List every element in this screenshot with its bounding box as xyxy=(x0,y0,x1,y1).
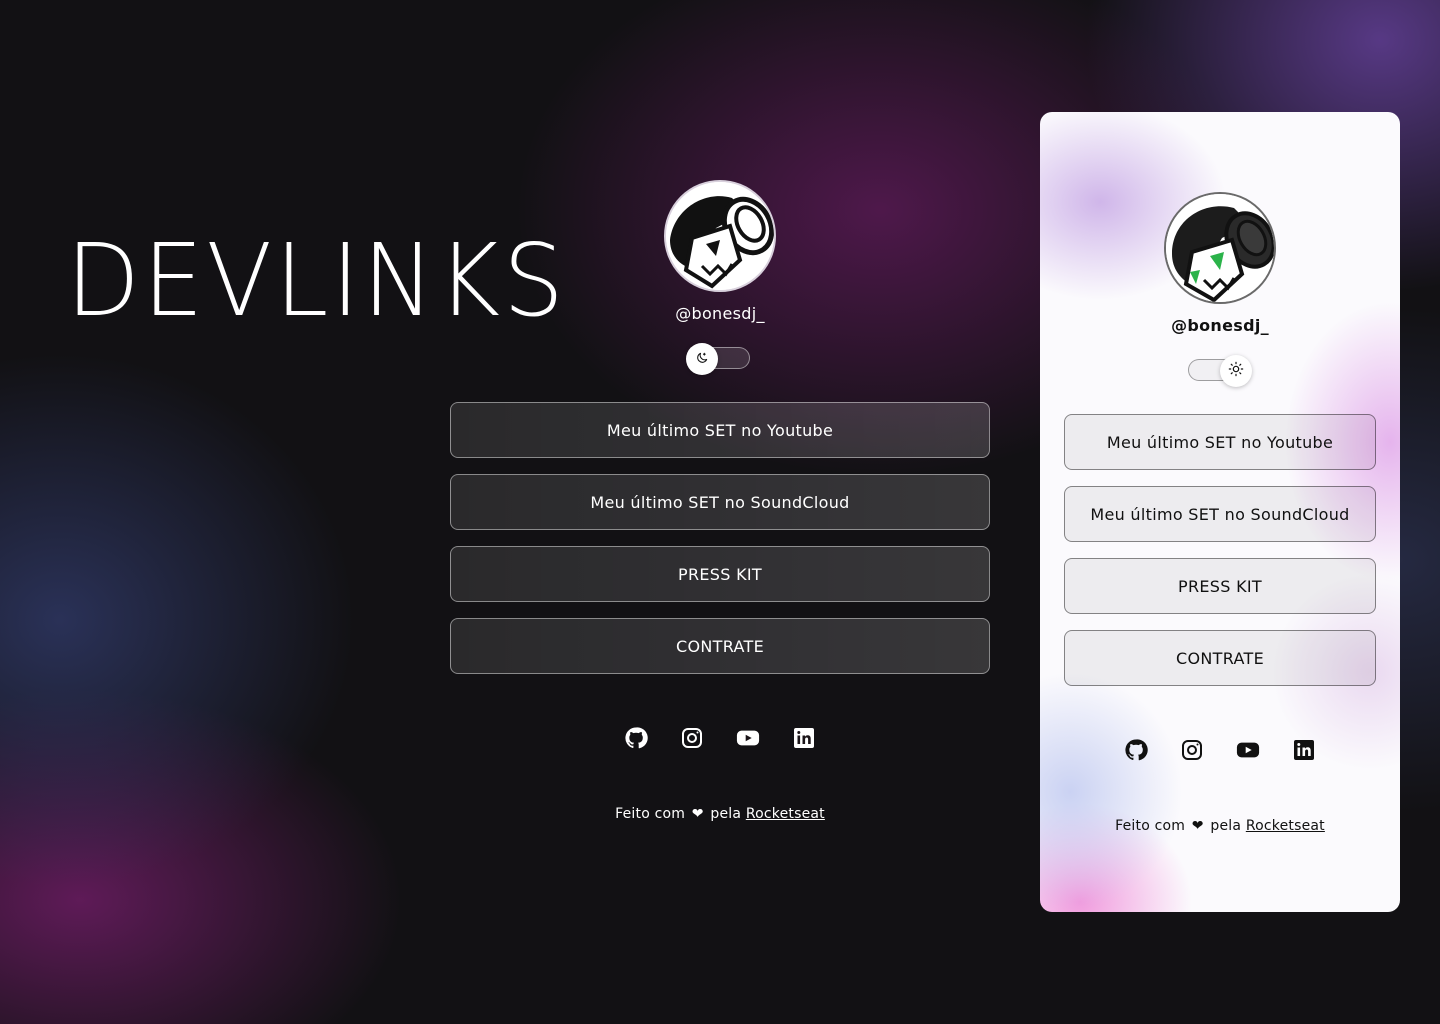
profile-handle: @bonesdj_ xyxy=(1171,316,1269,335)
avatar xyxy=(664,180,776,292)
youtube-icon[interactable] xyxy=(736,726,760,750)
toggle-knob[interactable] xyxy=(1220,355,1252,387)
rocketseat-link[interactable]: Rocketseat xyxy=(1246,818,1325,834)
linkedin-icon[interactable] xyxy=(792,726,816,750)
link-list: Meu último SET no Youtube Meu último SET… xyxy=(1064,414,1376,686)
link-youtube-set[interactable]: Meu último SET no Youtube xyxy=(450,402,990,458)
rocketseat-link[interactable]: Rocketseat xyxy=(746,806,825,822)
github-icon[interactable] xyxy=(1124,738,1148,762)
heart-icon: ❤ xyxy=(1191,818,1204,834)
link-press-kit[interactable]: PRESS KIT xyxy=(1064,558,1376,614)
link-soundcloud-set[interactable]: Meu último SET no SoundCloud xyxy=(1064,486,1376,542)
link-soundcloud-set[interactable]: Meu último SET no SoundCloud xyxy=(450,474,990,530)
instagram-icon[interactable] xyxy=(1180,738,1204,762)
link-contrate[interactable]: CONTRATE xyxy=(450,618,990,674)
link-list: Meu último SET no Youtube Meu último SET… xyxy=(450,402,990,674)
footer-middle: pela xyxy=(710,806,742,822)
link-press-kit[interactable]: PRESS KIT xyxy=(450,546,990,602)
heart-icon: ❤ xyxy=(691,806,704,822)
light-profile-panel: @bonesdj_ Meu último SET no Youtube Meu … xyxy=(1040,112,1400,912)
moon-icon xyxy=(695,350,709,369)
link-contrate[interactable]: CONTRATE xyxy=(1064,630,1376,686)
footer-middle: pela xyxy=(1210,818,1242,834)
link-youtube-set[interactable]: Meu último SET no Youtube xyxy=(1064,414,1376,470)
github-icon[interactable] xyxy=(624,726,648,750)
theme-toggle[interactable] xyxy=(686,343,752,375)
footer: Feito com ❤ pela Rocketseat xyxy=(1115,816,1325,836)
youtube-icon[interactable] xyxy=(1236,738,1260,762)
instagram-icon[interactable] xyxy=(680,726,704,750)
social-links xyxy=(1124,738,1316,762)
profile-handle: @bonesdj_ xyxy=(675,304,765,323)
toggle-knob[interactable] xyxy=(686,343,718,375)
footer: Feito com ❤ pela Rocketseat xyxy=(615,804,825,824)
theme-toggle[interactable] xyxy=(1188,355,1252,387)
footer-prefix: Feito com xyxy=(615,806,686,822)
social-links xyxy=(624,726,816,750)
linkedin-icon[interactable] xyxy=(1292,738,1316,762)
sun-icon xyxy=(1228,361,1244,381)
dark-profile-panel: @bonesdj_ Meu último SET no Youtube Meu … xyxy=(450,180,990,824)
avatar xyxy=(1164,192,1276,304)
footer-prefix: Feito com xyxy=(1115,818,1186,834)
